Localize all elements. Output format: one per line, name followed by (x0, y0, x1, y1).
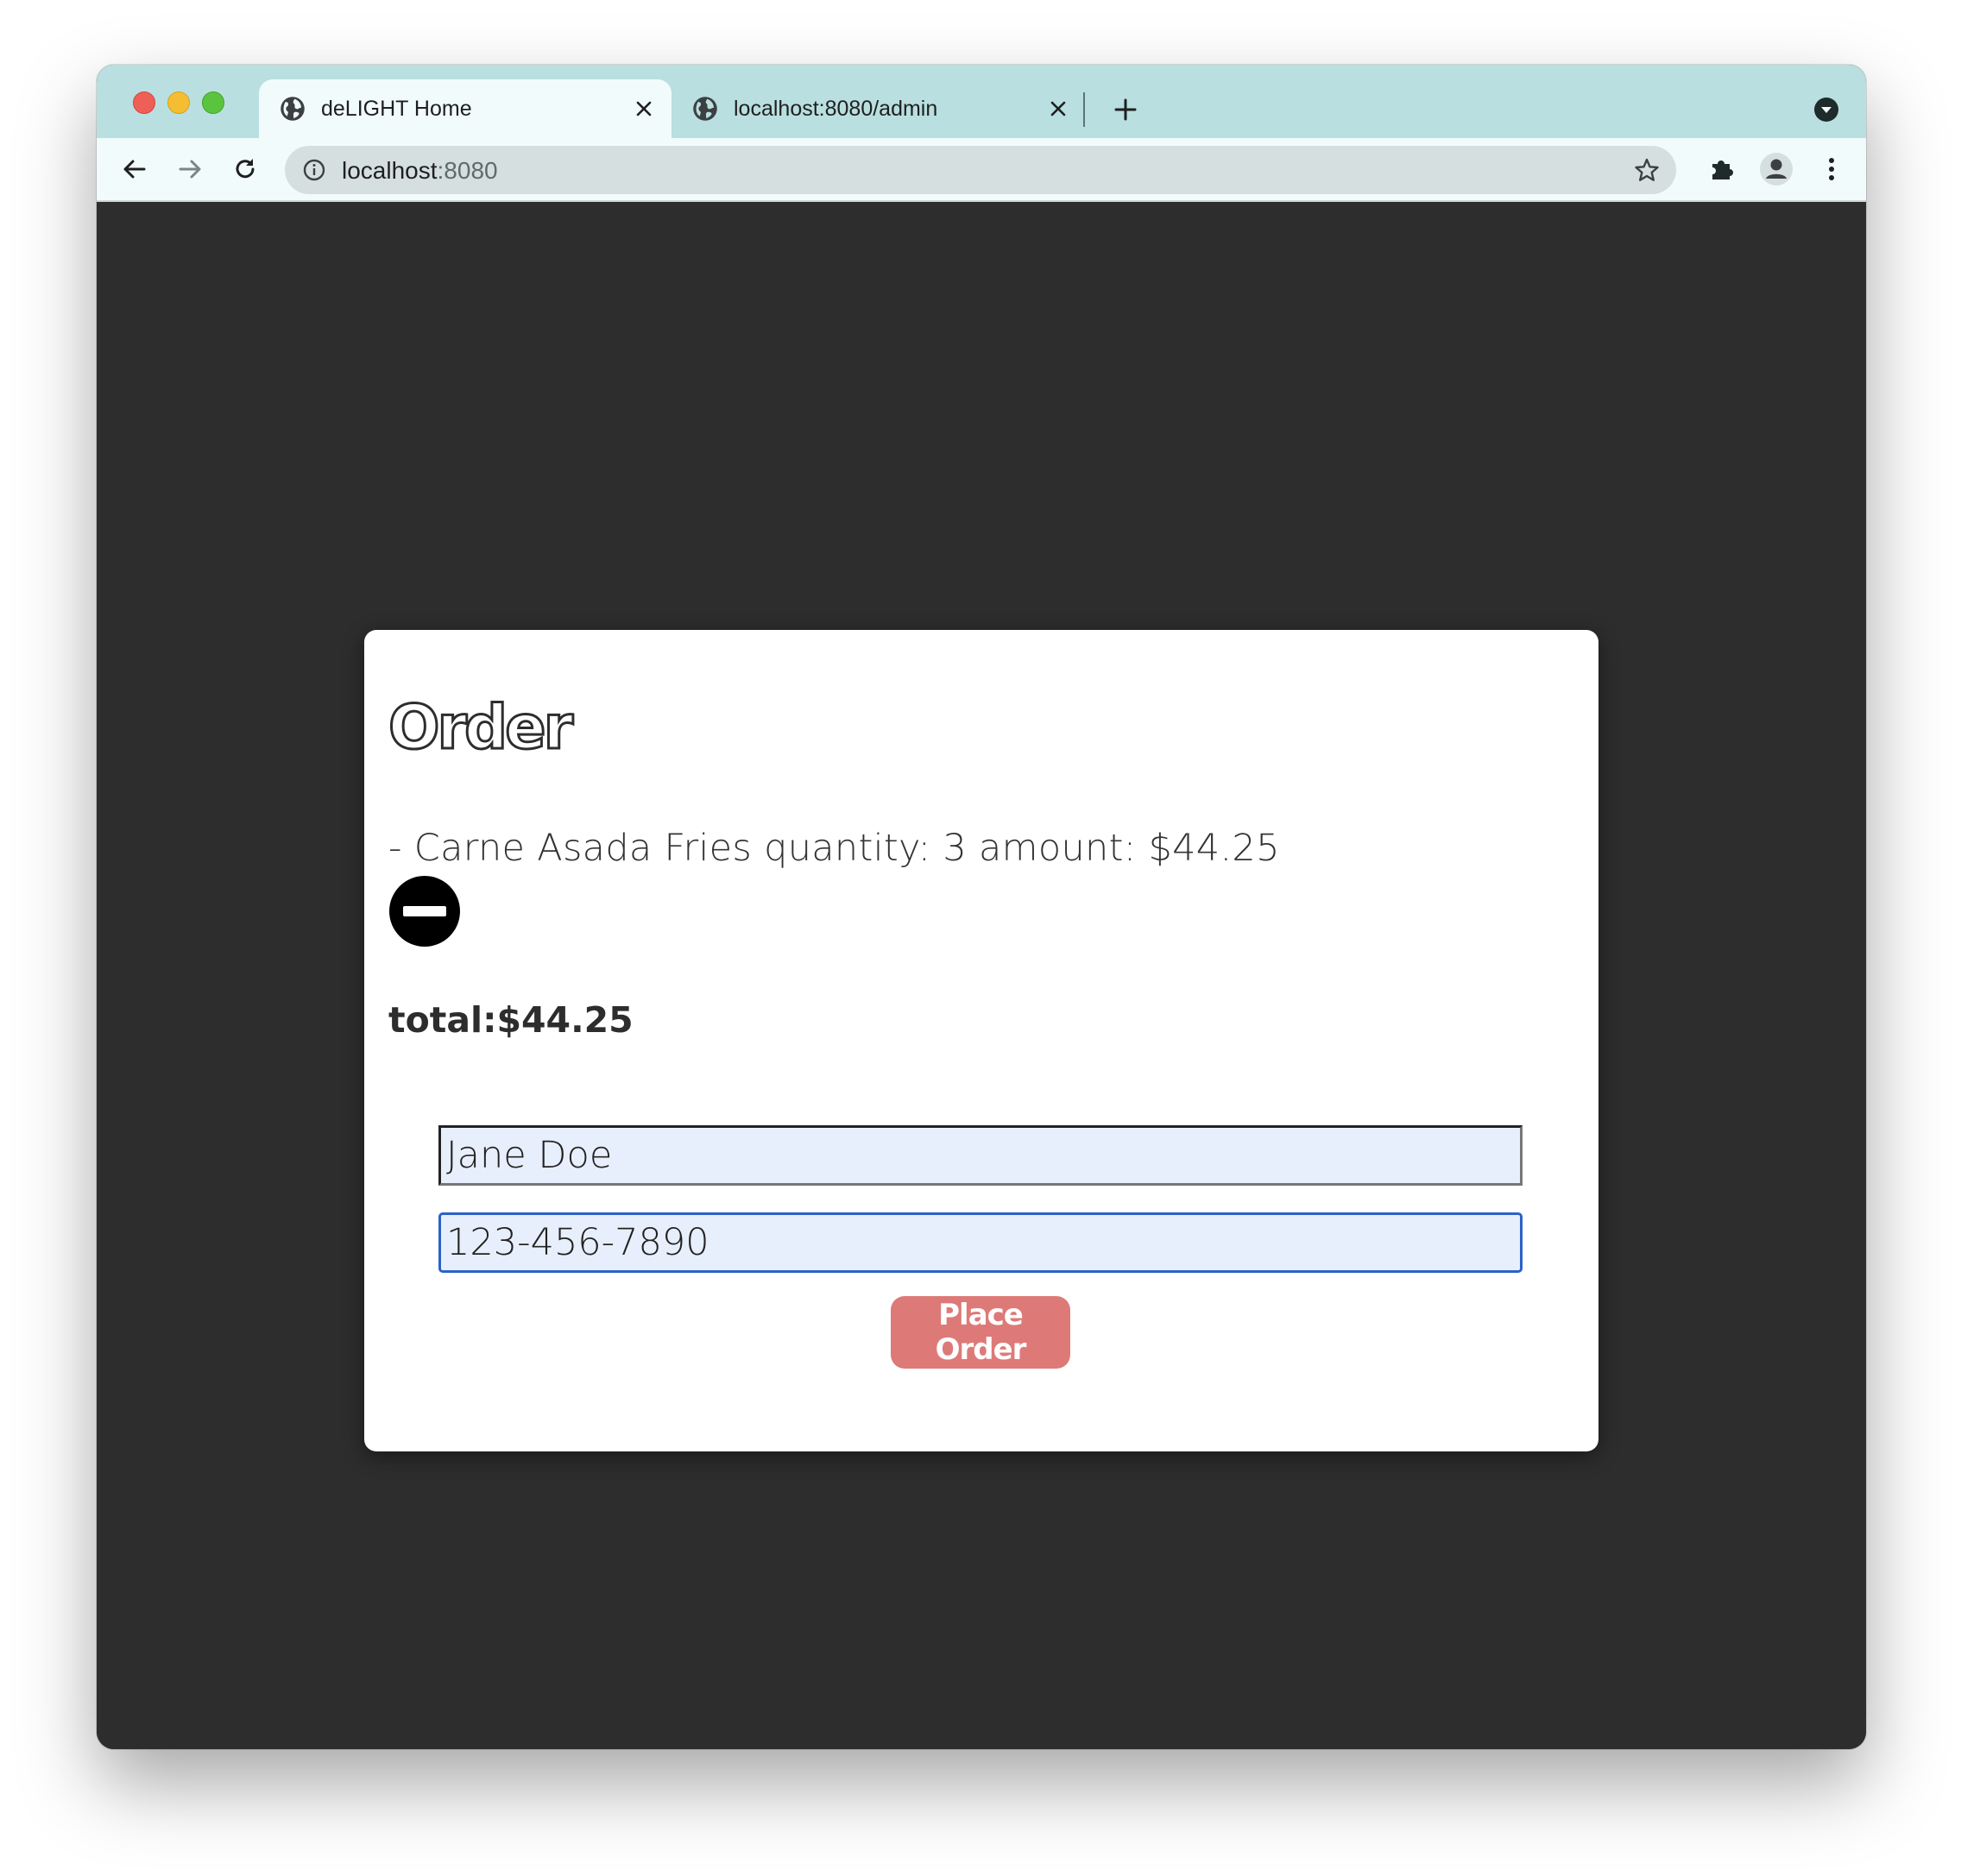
page-title: Order (387, 692, 574, 763)
tab-title: localhost:8080/admin (734, 96, 938, 121)
page-viewport: Order - Carne Asada Fries quantity: 3 am… (97, 202, 1866, 1749)
back-arrow-icon[interactable] (117, 152, 152, 186)
forward-arrow-icon[interactable] (173, 152, 207, 186)
profile-icon[interactable] (1759, 152, 1794, 186)
tab-admin[interactable]: localhost:8080/admin (672, 79, 1086, 138)
order-total: total:$44.25 (388, 999, 634, 1041)
order-item: - Carne Asada Fries quantity: 3 amount: … (388, 827, 1280, 870)
address-host: localhost (342, 157, 438, 184)
close-icon[interactable] (627, 91, 661, 126)
phone-field[interactable] (438, 1212, 1523, 1273)
close-icon[interactable] (1041, 91, 1075, 126)
more-vert-icon[interactable] (1814, 152, 1849, 186)
tab-delight-home[interactable]: deLIGHT Home (259, 79, 672, 138)
address-url[interactable]: localhost:8080 (342, 157, 498, 185)
address-port: :8080 (437, 157, 498, 184)
tab-title: deLIGHT Home (321, 96, 472, 121)
chevron-down-icon[interactable] (1813, 96, 1840, 123)
address-bar[interactable]: localhost:8080 (285, 146, 1676, 194)
plus-icon[interactable] (1108, 92, 1143, 127)
puzzle-icon[interactable] (1705, 152, 1739, 186)
browser-toolbar: localhost:8080 (97, 138, 1866, 202)
minimize-window-button[interactable] (167, 91, 190, 114)
place-order-button[interactable]: Place Order (891, 1296, 1070, 1369)
maximize-window-button[interactable] (202, 91, 224, 114)
info-icon[interactable] (302, 158, 326, 182)
minus-circle-icon[interactable] (388, 875, 461, 947)
tab-separator (1083, 92, 1085, 127)
globe-icon (693, 97, 717, 121)
tab-bar: deLIGHT Home localhost:8080/admin (97, 65, 1866, 138)
name-field[interactable] (438, 1125, 1523, 1186)
close-window-button[interactable] (133, 91, 155, 114)
star-icon[interactable] (1633, 156, 1661, 184)
order-card: Order - Carne Asada Fries quantity: 3 am… (364, 630, 1598, 1451)
reload-icon[interactable] (228, 152, 262, 186)
globe-icon (281, 97, 305, 121)
browser-window: deLIGHT Home localhost:8080/admin localh… (97, 65, 1866, 1749)
